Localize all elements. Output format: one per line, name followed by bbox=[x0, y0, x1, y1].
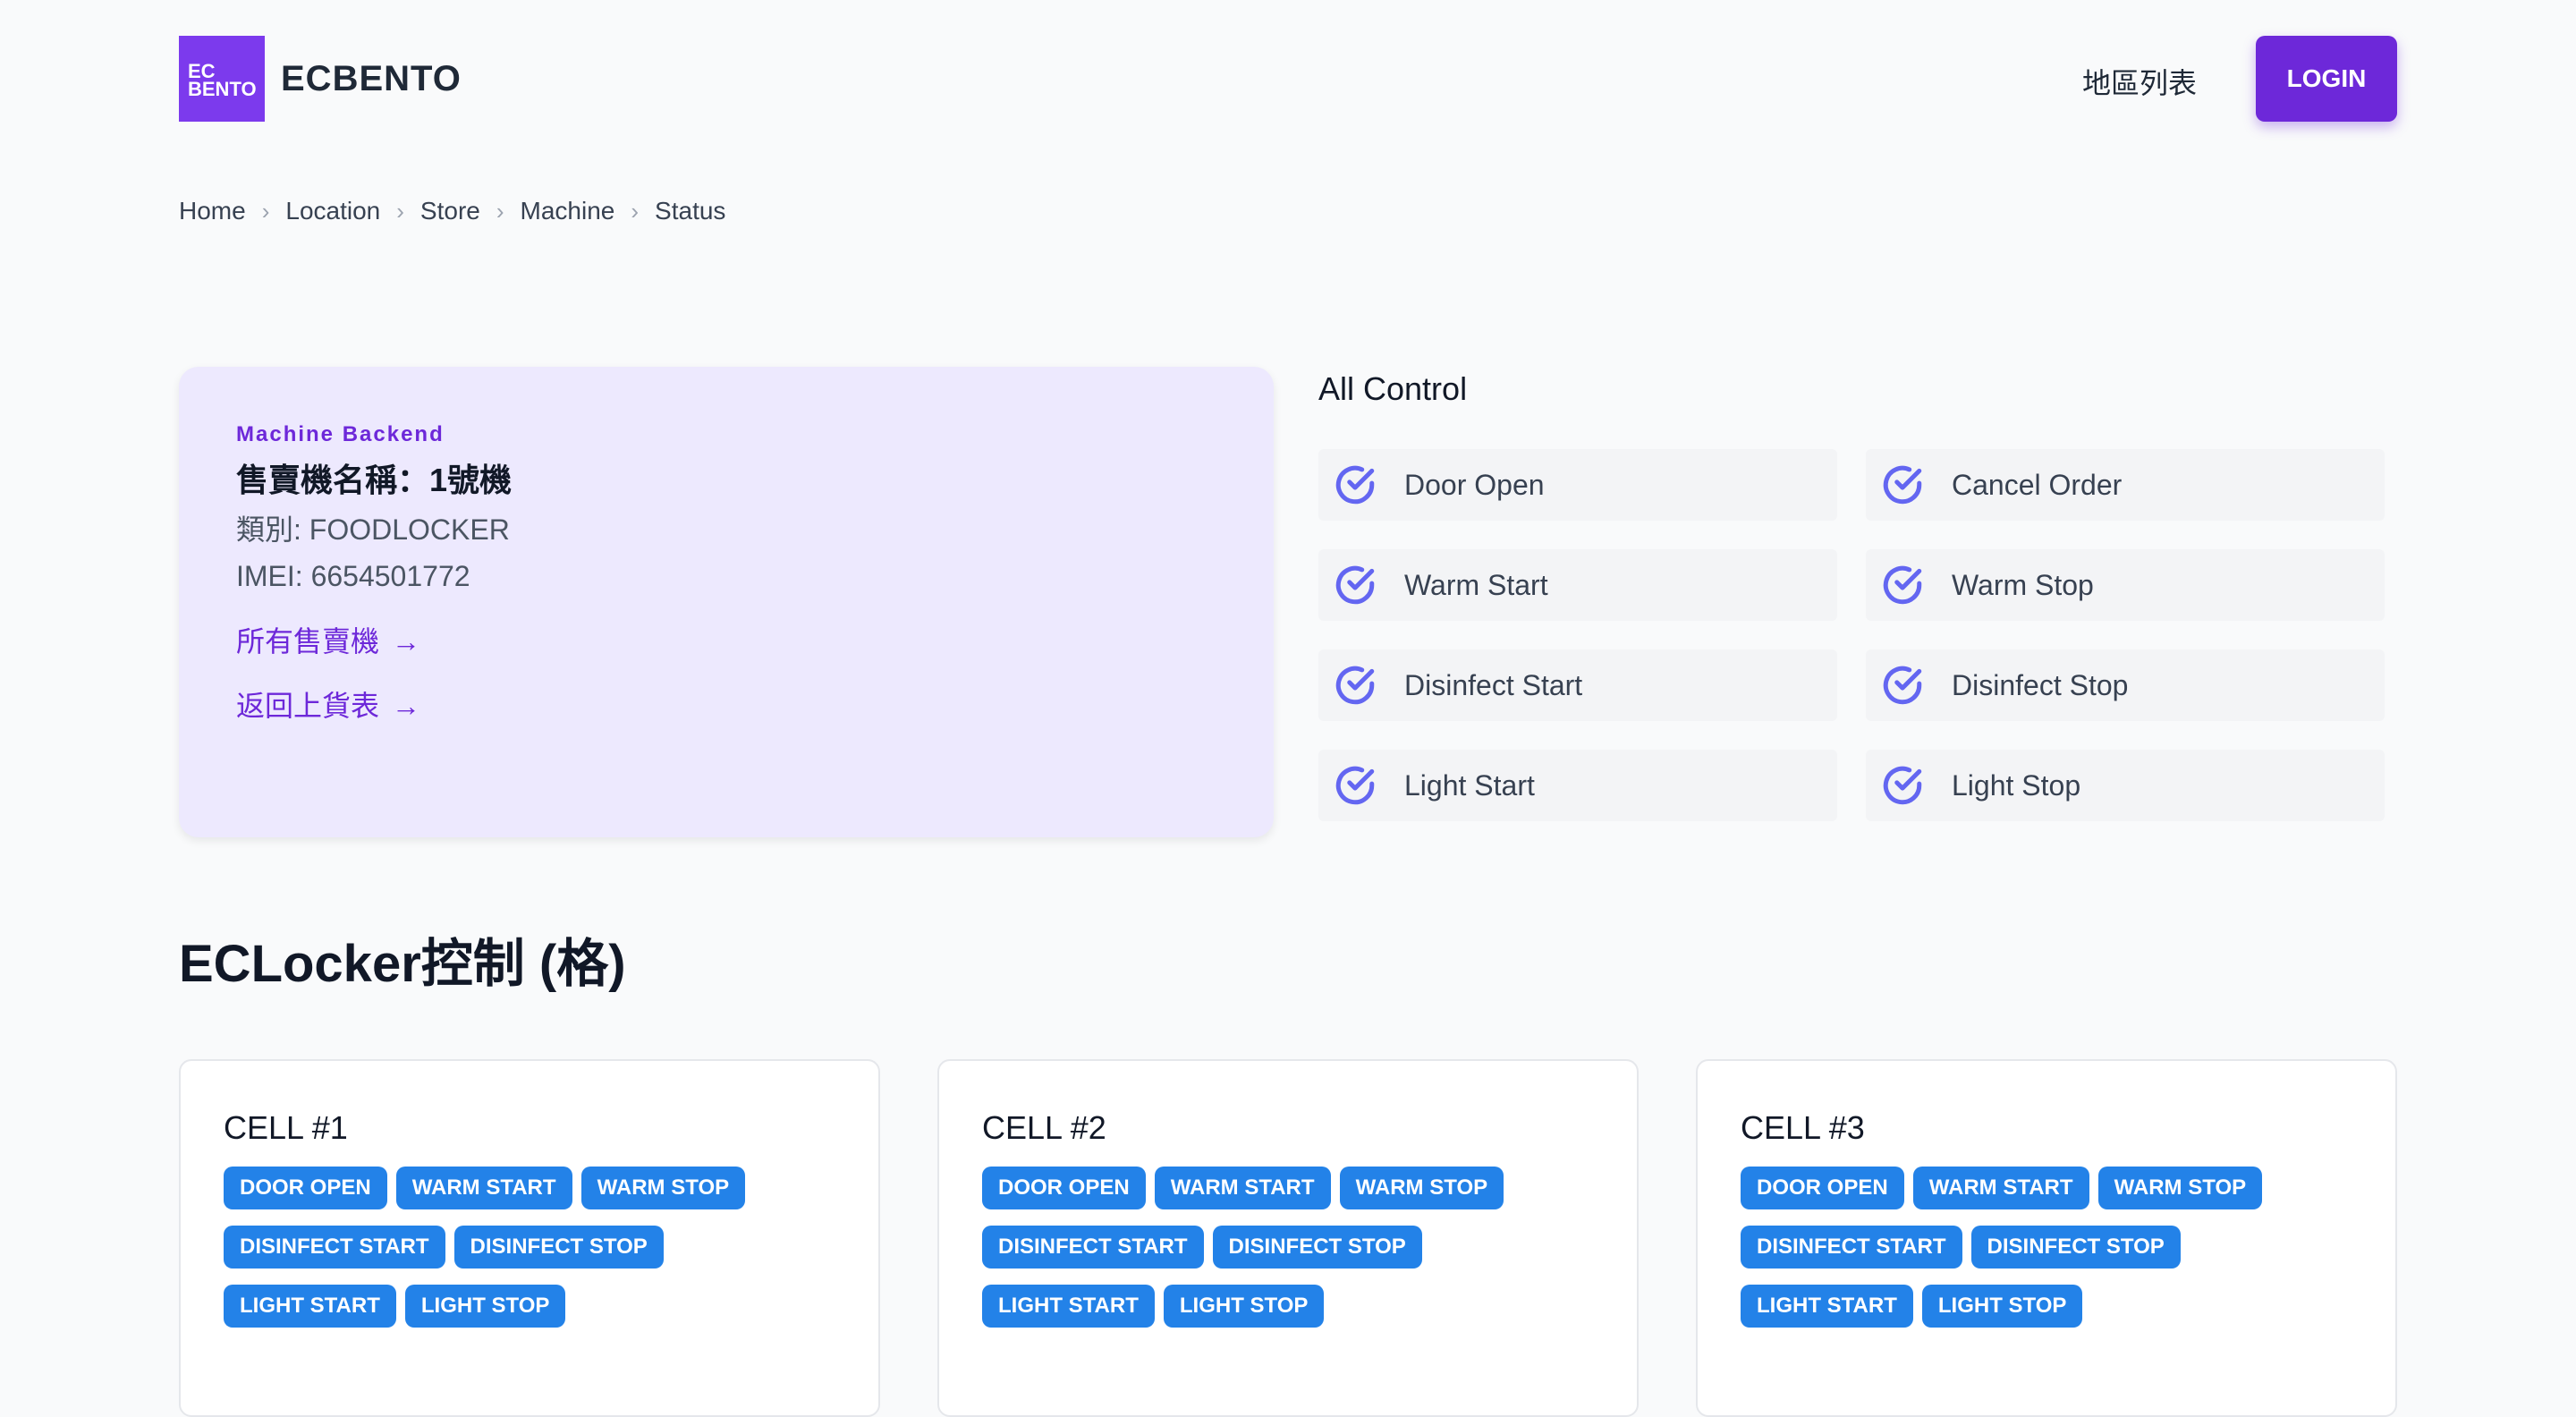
cell-disinfect-stop-button[interactable]: DISINFECT STOP bbox=[453, 1226, 664, 1269]
cell-disinfect-start-button[interactable]: DISINFECT START bbox=[982, 1226, 1204, 1269]
cell-warm-start-button[interactable]: WARM START bbox=[395, 1167, 572, 1209]
cell-disinfect-start-button[interactable]: DISINFECT START bbox=[1741, 1226, 1962, 1269]
warm-stop-button[interactable]: Warm Stop bbox=[1866, 549, 2385, 621]
light-start-label: Light Start bbox=[1404, 768, 1535, 802]
cell-light-start-button[interactable]: LIGHT START bbox=[1741, 1285, 1913, 1328]
cell-disinfect-stop-button[interactable]: DISINFECT STOP bbox=[1970, 1226, 2181, 1269]
logo-text-bento: BENTO bbox=[188, 78, 257, 100]
cell-warm-stop-button[interactable]: WARM STOP bbox=[2097, 1167, 2263, 1209]
check-circle-icon bbox=[1883, 666, 1922, 705]
light-stop-label: Light Stop bbox=[1952, 768, 2081, 802]
cell-button-row: LIGHT START LIGHT STOP bbox=[982, 1285, 1594, 1328]
check-circle-icon bbox=[1335, 666, 1375, 705]
cell-light-stop-button[interactable]: LIGHT STOP bbox=[404, 1285, 566, 1328]
cell-card-3: CELL #3 DOOR OPEN WARM START WARM STOP D… bbox=[1696, 1059, 2397, 1417]
breadcrumb-location[interactable]: Location bbox=[285, 197, 380, 225]
warm-stop-label: Warm Stop bbox=[1952, 568, 2094, 601]
arrow-right-icon: → bbox=[392, 690, 421, 722]
machine-info-card: Machine Backend 售賣機名稱：1號機 類別: FOODLOCKER… bbox=[179, 367, 1274, 837]
check-circle-icon bbox=[1883, 766, 1922, 805]
cell-button-row: DOOR OPEN WARM START WARM STOP bbox=[1741, 1167, 2352, 1209]
cell-title: CELL #1 bbox=[224, 1109, 348, 1146]
cell-light-start-button[interactable]: LIGHT START bbox=[982, 1285, 1155, 1328]
cell-button-row: LIGHT START LIGHT STOP bbox=[224, 1285, 835, 1328]
cell-warm-start-button[interactable]: WARM START bbox=[1154, 1167, 1331, 1209]
disinfect-stop-button[interactable]: Disinfect Stop bbox=[1866, 649, 2385, 721]
chevron-right-icon: › bbox=[261, 197, 270, 225]
cell-button-row: DISINFECT START DISINFECT STOP bbox=[982, 1226, 1594, 1269]
breadcrumb-status[interactable]: Status bbox=[655, 197, 725, 225]
header: EC BENTO ECBENTO 地區列表 LOGIN bbox=[179, 36, 2397, 122]
breadcrumb: Home › Location › Store › Machine › Stat… bbox=[179, 197, 725, 225]
cell-door-open-button[interactable]: DOOR OPEN bbox=[1741, 1167, 1904, 1209]
nav-region-list-link[interactable]: 地區列表 bbox=[2082, 61, 2197, 102]
machine-imei: IMEI: 6654501772 bbox=[236, 560, 470, 592]
brand-name[interactable]: ECBENTO bbox=[281, 59, 462, 99]
cell-light-stop-button[interactable]: LIGHT STOP bbox=[1163, 1285, 1325, 1328]
breadcrumb-store[interactable]: Store bbox=[420, 197, 480, 225]
check-circle-icon bbox=[1335, 766, 1375, 805]
cell-warm-stop-button[interactable]: WARM STOP bbox=[580, 1167, 746, 1209]
chevron-right-icon: › bbox=[396, 197, 404, 225]
cell-light-stop-button[interactable]: LIGHT STOP bbox=[1921, 1285, 2083, 1328]
cell-button-row: DOOR OPEN WARM START WARM STOP bbox=[224, 1167, 835, 1209]
disinfect-start-label: Disinfect Start bbox=[1404, 668, 1583, 701]
check-circle-icon bbox=[1883, 565, 1922, 605]
machine-category: 類別: FOODLOCKER bbox=[236, 513, 510, 546]
cell-disinfect-start-button[interactable]: DISINFECT START bbox=[224, 1226, 445, 1269]
back-to-restock-label: 返回上貨表 bbox=[236, 690, 380, 722]
chevron-right-icon: › bbox=[631, 197, 640, 225]
door-open-button[interactable]: Door Open bbox=[1318, 449, 1837, 521]
cancel-order-label: Cancel Order bbox=[1952, 468, 2123, 501]
disinfect-stop-label: Disinfect Stop bbox=[1952, 668, 2129, 701]
back-to-restock-link[interactable]: 返回上貨表 → bbox=[236, 683, 1216, 725]
cell-button-row: DISINFECT START DISINFECT STOP bbox=[224, 1226, 835, 1269]
cancel-order-button[interactable]: Cancel Order bbox=[1866, 449, 2385, 521]
breadcrumb-home[interactable]: Home bbox=[179, 197, 246, 225]
cell-card-2: CELL #2 DOOR OPEN WARM START WARM STOP D… bbox=[937, 1059, 1639, 1417]
all-control-title: All Control bbox=[1318, 370, 1468, 407]
all-machines-label: 所有售賣機 bbox=[236, 625, 380, 658]
disinfect-start-button[interactable]: Disinfect Start bbox=[1318, 649, 1837, 721]
check-circle-icon bbox=[1335, 465, 1375, 505]
machine-name: 售賣機名稱：1號機 bbox=[236, 462, 513, 498]
door-open-label: Door Open bbox=[1404, 468, 1545, 501]
check-circle-icon bbox=[1335, 565, 1375, 605]
cell-button-row: DOOR OPEN WARM START WARM STOP bbox=[982, 1167, 1594, 1209]
logo[interactable]: EC BENTO bbox=[179, 36, 265, 122]
cell-door-open-button[interactable]: DOOR OPEN bbox=[224, 1167, 387, 1209]
cell-title: CELL #3 bbox=[1741, 1109, 1865, 1146]
light-stop-button[interactable]: Light Stop bbox=[1866, 750, 2385, 821]
cell-button-row: DISINFECT START DISINFECT STOP bbox=[1741, 1226, 2352, 1269]
cell-door-open-button[interactable]: DOOR OPEN bbox=[982, 1167, 1146, 1209]
warm-start-label: Warm Start bbox=[1404, 568, 1548, 601]
all-machines-link[interactable]: 所有售賣機 → bbox=[236, 619, 1216, 660]
cell-warm-stop-button[interactable]: WARM STOP bbox=[1339, 1167, 1504, 1209]
login-button[interactable]: LOGIN bbox=[2256, 36, 2397, 122]
arrow-right-icon: → bbox=[392, 625, 421, 658]
warm-start-button[interactable]: Warm Start bbox=[1318, 549, 1837, 621]
machine-eyebrow: Machine Backend bbox=[236, 422, 445, 446]
light-start-button[interactable]: Light Start bbox=[1318, 750, 1837, 821]
cell-light-start-button[interactable]: LIGHT START bbox=[224, 1285, 396, 1328]
cell-title: CELL #2 bbox=[982, 1109, 1106, 1146]
cell-button-row: LIGHT START LIGHT STOP bbox=[1741, 1285, 2352, 1328]
cell-card-1: CELL #1 DOOR OPEN WARM START WARM STOP D… bbox=[179, 1059, 880, 1417]
cell-disinfect-stop-button[interactable]: DISINFECT STOP bbox=[1212, 1226, 1422, 1269]
check-circle-icon bbox=[1883, 465, 1922, 505]
eclocker-section-title: ECLocker控制 (格) bbox=[179, 935, 626, 993]
breadcrumb-machine[interactable]: Machine bbox=[521, 197, 615, 225]
chevron-right-icon: › bbox=[496, 197, 504, 225]
cell-warm-start-button[interactable]: WARM START bbox=[1912, 1167, 2089, 1209]
